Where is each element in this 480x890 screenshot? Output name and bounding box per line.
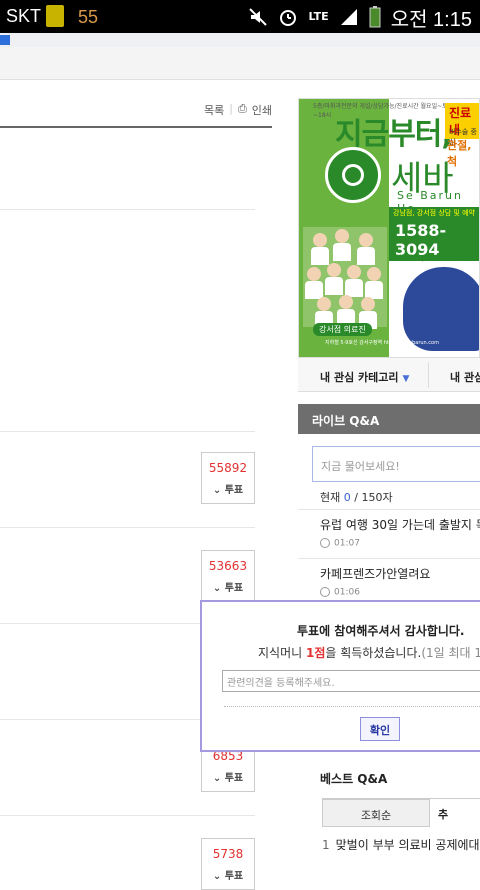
divider [0, 815, 255, 816]
vote-box[interactable]: 5738 ⌄ 투표 [201, 838, 255, 890]
vote-count: 55892 [208, 461, 248, 475]
live-qa-header: 라이브 Q&A [298, 404, 480, 434]
notification-count: 55 [78, 7, 99, 27]
opinion-input[interactable]: 관련의견을 등록해주세요. [222, 670, 480, 692]
vote-count: 5738 [212, 847, 244, 861]
live-qa-input[interactable]: 지금 물어보세요! [312, 446, 480, 482]
signal-icon [340, 9, 357, 25]
top-nav [0, 47, 480, 80]
vote-box[interactable]: 55892 ⌄ 투표 [201, 452, 255, 504]
question-title[interactable]: 유럽 여행 30일 가는데 출발지 목 [320, 516, 480, 533]
clock-icon [320, 538, 330, 548]
ad-pill: 강남점, 강서점 상담 및 예약 [389, 207, 479, 219]
divider [0, 431, 255, 432]
vote-button[interactable]: ⌄ 투표 [202, 769, 254, 784]
clock-time: 오전 1:15 [390, 8, 472, 31]
notification-icon [46, 5, 64, 27]
list-item[interactable]: 1 맞벌이 부부 의료비 공제에대 [322, 836, 480, 853]
print-link[interactable]: 인쇄 [252, 102, 272, 118]
divider [0, 209, 255, 210]
article-divider [0, 126, 272, 128]
rank-number: 1 [322, 838, 330, 852]
carrier-label: SKT [6, 6, 42, 26]
question-time: 01:07 [320, 538, 360, 549]
question-time: 01:06 [320, 587, 360, 598]
status-bar: SKT 55 LTE 오전 1:15 [0, 0, 480, 33]
vote-count: 53663 [208, 559, 248, 573]
doctors-photo [303, 227, 387, 329]
chevron-down-icon: ⌄ [212, 583, 222, 594]
mute-icon [249, 8, 268, 26]
vote-box[interactable]: 53663 ⌄ 투표 [201, 550, 255, 602]
tab-my-interest[interactable]: 내 관심 [450, 369, 480, 385]
confirm-button[interactable]: 확인 [360, 717, 400, 741]
vote-button[interactable]: ⌄ 투표 [202, 579, 254, 594]
vote-button[interactable]: ⌄ 투표 [202, 867, 254, 882]
chevron-down-icon: ⌄ [212, 773, 222, 784]
status-icons: LTE 오전 1:15 [248, 4, 472, 31]
tab-views[interactable]: 조회순 [322, 799, 430, 827]
question-title[interactable]: 카페프렌즈가안열려요 [320, 565, 430, 582]
chevron-down-icon: ▼ [402, 374, 410, 384]
char-counter: 현재 0 / 150자 [320, 491, 393, 504]
best-qa-title: 베스트 Q&A [320, 772, 388, 786]
ad-url: 지하철 5·9호선 강서구청역 http://gs.sebarun.com [325, 340, 439, 346]
tab-recommend[interactable]: 추 [438, 799, 480, 827]
chevron-down-icon: ⌄ [212, 871, 222, 882]
clock-icon [320, 587, 330, 597]
browser-progress [0, 33, 480, 47]
battery-icon [369, 6, 381, 28]
hospital-logo-icon [325, 147, 381, 203]
list-link[interactable]: 목록 [204, 102, 224, 118]
best-qa-tabs: 조회순 추 [322, 798, 480, 827]
network-type: LTE [308, 10, 329, 23]
vote-thanks-dialog: 투표에 참여해주셔서 감사합니다. 지식머니 1점을 획득하셨습니다.(1일 최… [200, 600, 480, 752]
dialog-title: 투표에 참여해주셔서 감사합니다. [297, 624, 465, 638]
alarm-icon [280, 10, 297, 26]
list-item[interactable]: 카페프렌즈가안열려요 01:06 [298, 558, 480, 606]
vote-button[interactable]: ⌄ 투표 [202, 481, 254, 496]
best-question-title[interactable]: 맞벌이 부부 의료비 공제에대 [336, 838, 480, 852]
tab-my-category[interactable]: 내 관심 카테고리 ▼ [320, 369, 409, 385]
my-category-bar: 내 관심 카테고리 ▼ 내 관심 [298, 358, 480, 392]
ad-doctor-label: 강서점 의료진 [313, 323, 372, 336]
print-icon[interactable]: ⎙ [238, 102, 247, 118]
article-actions: 목록 | ⎙ 인쇄 [203, 102, 272, 118]
dialog-message: 지식머니 1점을 획득하셨습니다.(1일 최대 10 [258, 646, 480, 660]
hospital-ad-banner[interactable]: 5층/마취과전문의 개설/상담가능/진료시간 월요일~토요일 9시~18시 지금… [298, 98, 480, 358]
divider [0, 527, 255, 528]
ad-slogan: 행복은 Up 통증은 Down [395, 254, 470, 262]
list-item[interactable]: 유럽 여행 30일 가는데 출발지 목 01:07 [298, 509, 480, 557]
chevron-down-icon: ⌄ [212, 485, 222, 496]
